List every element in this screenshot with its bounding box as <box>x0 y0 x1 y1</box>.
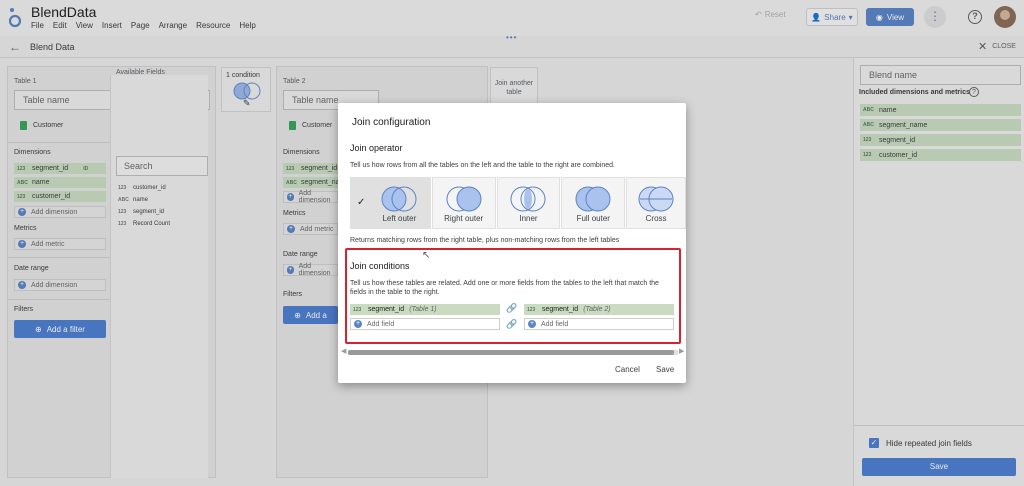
cancel-button[interactable]: Cancel <box>615 365 640 374</box>
field-table: (Table 1) <box>409 306 437 313</box>
join-option-left-outer[interactable]: ✓ Left outer <box>350 177 431 229</box>
join-conditions-description-line-2: fields in the table to the right. <box>350 289 440 296</box>
join-operator-note: Returns matching rows from the right tab… <box>350 237 620 244</box>
field-name: segment_id <box>368 306 405 313</box>
left-join-field[interactable]: 123 segment_id (Table 1) <box>350 304 500 315</box>
scroll-right-icon[interactable]: ▶ <box>679 347 684 355</box>
join-conditions-description-line-1: Tell us how these tables are related. Ad… <box>350 280 659 287</box>
right-outer-join-icon <box>446 186 482 212</box>
full-outer-join-icon <box>575 186 611 212</box>
mouse-cursor-icon: ↖ <box>422 250 431 261</box>
field-name: segment_id <box>542 306 579 313</box>
number-type-icon: 123 <box>353 306 362 313</box>
left-outer-join-icon <box>381 186 417 212</box>
horizontal-scrollbar[interactable] <box>348 350 678 355</box>
add-left-field-button[interactable]: + Add field <box>350 318 500 330</box>
join-option-label: Left outer <box>382 214 417 223</box>
plus-icon: + <box>528 320 536 328</box>
dialog-title: Join configuration <box>352 117 431 128</box>
join-option-label: Full outer <box>576 214 610 223</box>
join-operator-title: Join operator <box>350 143 403 153</box>
cross-join-icon <box>638 186 674 212</box>
scrollbar-thumb[interactable] <box>348 350 674 355</box>
save-button[interactable]: Save <box>656 365 674 374</box>
join-option-cross[interactable]: Cross <box>626 177 687 229</box>
field-table: (Table 2) <box>583 306 611 313</box>
join-option-label: Inner <box>519 214 538 223</box>
scroll-left-icon[interactable]: ◀ <box>341 347 346 355</box>
join-option-right-outer[interactable]: Right outer <box>431 177 496 229</box>
number-type-icon: 123 <box>527 306 536 313</box>
link-icon: 🔗 <box>506 319 518 329</box>
plus-icon: + <box>354 320 362 328</box>
add-field-label: Add field <box>541 320 569 328</box>
inner-join-icon <box>510 186 546 212</box>
add-field-label: Add field <box>367 320 395 328</box>
add-right-field-button[interactable]: + Add field <box>524 318 674 330</box>
right-join-field[interactable]: 123 segment_id (Table 2) <box>524 304 674 315</box>
join-conditions-title: Join conditions <box>350 261 410 271</box>
join-operator-description: Tell us how rows from all the tables on … <box>350 162 615 169</box>
link-icon: 🔗 <box>506 303 518 313</box>
join-option-label: Cross <box>645 214 667 223</box>
join-option-label: Right outer <box>444 214 484 223</box>
join-option-inner[interactable]: Inner <box>496 177 561 229</box>
check-icon: ✓ <box>357 197 366 208</box>
join-option-full-outer[interactable]: Full outer <box>561 177 626 229</box>
join-configuration-dialog: Join configuration Join operator Tell us… <box>338 103 687 383</box>
join-operator-options: ✓ Left outer Right outer Inner Full oute… <box>350 177 687 229</box>
